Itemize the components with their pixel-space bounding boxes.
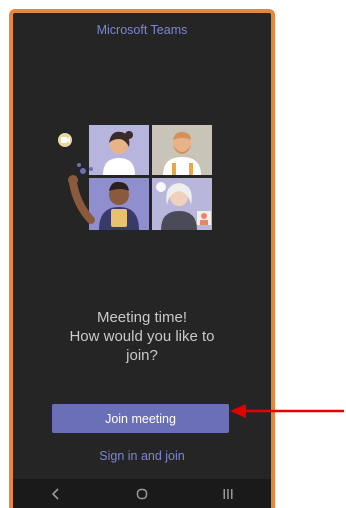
- prompt-line-1: Meeting time!: [96, 309, 188, 326]
- sign-in-and-join-link[interactable]: Sign in and join: [13, 449, 271, 463]
- join-meeting-button[interactable]: Join meeting: [52, 404, 229, 433]
- annotation-arrow-icon: [230, 404, 344, 418]
- prompt-line-2: How would you like to: [69, 328, 215, 345]
- phone-frame: Microsoft Teams Meeting time! How would …: [9, 9, 275, 508]
- app-title: Microsoft Teams: [96, 23, 188, 37]
- prompt-line-3: join?: [126, 347, 158, 364]
- join-prompt: Meeting time! How would you like to join…: [23, 308, 261, 365]
- meeting-illustration: [58, 125, 212, 230]
